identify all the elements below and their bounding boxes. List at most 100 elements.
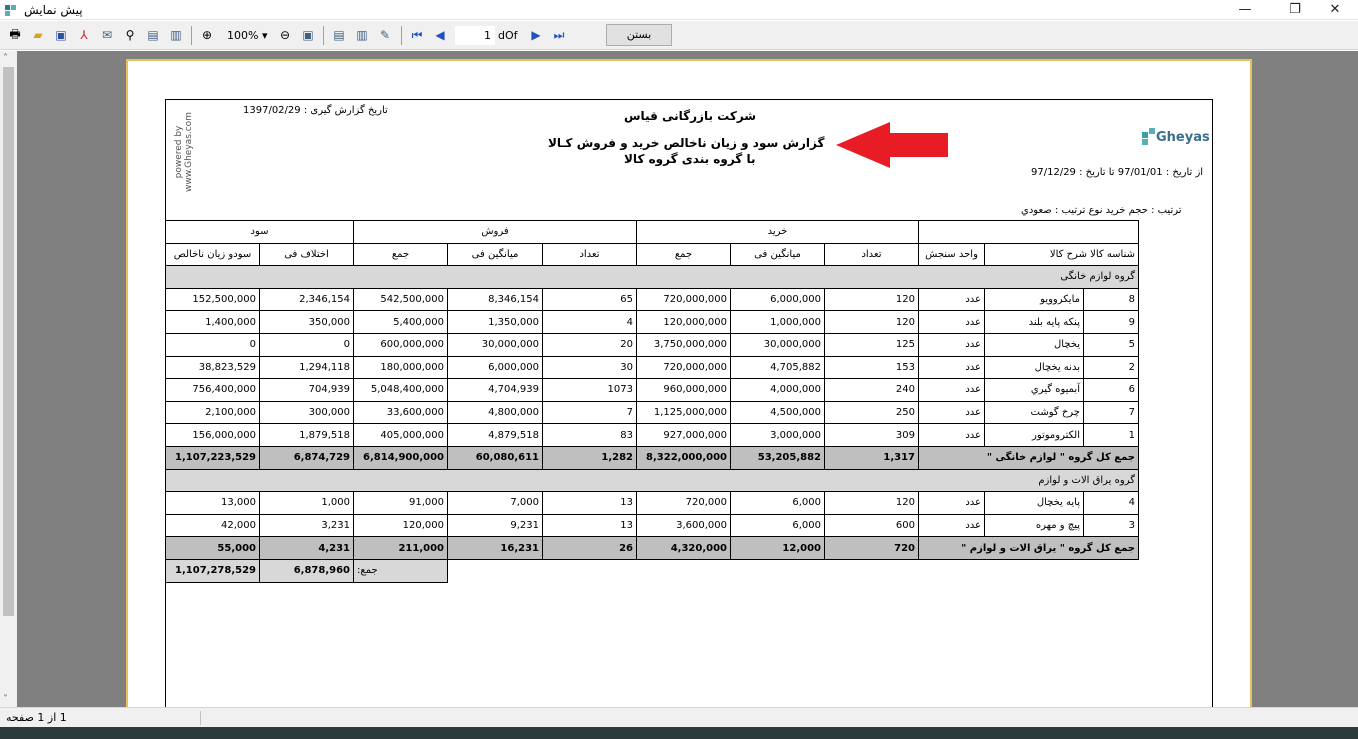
toolbar-separator (323, 26, 324, 45)
header-profit: سودو زیان ناخالص (165, 242, 260, 267)
cell-profit: 156,000,000 (165, 423, 260, 447)
multi-page-icon[interactable]: ▥ (353, 26, 371, 44)
cell-sell_qty: 65 (542, 287, 637, 312)
zoom-out-icon[interactable]: ⊖ (276, 26, 294, 44)
email-icon[interactable]: ✉ (98, 26, 116, 44)
cell-profit: 13,000 (165, 491, 260, 515)
save-icon[interactable]: ▣ (52, 26, 70, 44)
zoom-select[interactable]: 100% ▾ (222, 26, 272, 45)
table-row: 3 پیچ و مهره عدد 600 6,000 3,600,000 13 9,231 12… (165, 513, 1139, 538)
group-total-value: 211,000 (353, 536, 448, 560)
cell-sell_sum: 5,400,000 (353, 310, 448, 334)
cell-buy_qty: 240 (824, 378, 919, 402)
cell-diff: 1,294,118 (259, 355, 354, 380)
cell-unit: عدد (918, 513, 985, 538)
minimize-button[interactable]: — (1222, 0, 1268, 20)
cell-id: 7 (1083, 400, 1139, 425)
group-total-value: 4,320,000 (636, 536, 731, 560)
grand-total-row: جمع: 6,878,960 1,107,278,529 (165, 558, 1139, 583)
group-name: گروه لوازم خانگی (165, 265, 1139, 289)
cell-diff: 2,346,154 (259, 287, 354, 312)
print-icon[interactable]: 🖶 (6, 26, 24, 44)
cell-profit: 0 (165, 332, 260, 357)
app-icon (5, 5, 16, 16)
header-row: شناسه کالا شرح کالا واحد سنجش تعداد میانگین… (165, 242, 1139, 267)
cell-sell_sum: 405,000,000 (353, 423, 448, 447)
title-bar: پیش نمایش — ❐ ✕ (0, 0, 1358, 20)
group-row: گروه لوازم خانگی (165, 265, 1139, 289)
first-page-icon[interactable]: ⏮ (408, 26, 426, 44)
edit-icon[interactable]: ✎ (376, 26, 394, 44)
page-number-input[interactable]: 1 (455, 26, 495, 45)
group-total-value: 16,231 (447, 536, 543, 560)
single-page-icon[interactable]: ▤ (330, 26, 348, 44)
close-preview-button[interactable]: بستن (606, 24, 672, 46)
table-row: 6 آبمیوه گیري عدد 240 4,000,000 960,000,000 10… (165, 378, 1139, 402)
window-title: پیش نمایش (24, 3, 83, 17)
report-title: گزارش سود و زیان ناخالص خرید و فروش کـال… (548, 136, 825, 150)
grand-total-label: جمع: (353, 558, 448, 583)
cell-sell_qty: 30 (542, 355, 637, 380)
next-page-icon[interactable]: ▶ (527, 26, 545, 44)
cell-id: 3 (1083, 513, 1139, 538)
cell-sell_avg: 1,350,000 (447, 310, 543, 334)
prev-page-icon[interactable]: ◀ (431, 26, 449, 44)
scroll-up-icon[interactable]: ˄ (3, 53, 8, 64)
cell-sell_sum: 5,048,400,000 (353, 378, 448, 402)
page-setup-icon[interactable]: ▤ (144, 26, 162, 44)
cell-unit: عدد (918, 378, 985, 402)
cell-sell_avg: 30,000,000 (447, 332, 543, 357)
group-row: گروه یراق الات و لوازم (165, 468, 1139, 493)
report-table: خرید فروش سود شناسه کالا شرح کالا واحد سنجش ت… (165, 220, 1139, 583)
cell-sell_sum: 542,500,000 (353, 287, 448, 312)
cell-id: 5 (1083, 332, 1139, 357)
header-buy_sum: جمع (636, 242, 731, 267)
scroll-thumb[interactable] (3, 67, 14, 616)
cell-sell_qty: 20 (542, 332, 637, 357)
report-subtitle: با گروه بندی گروه کالا (624, 152, 756, 166)
last-page-icon[interactable]: ⏭ (550, 26, 568, 44)
cell-buy_sum: 720,000,000 (636, 355, 731, 380)
layout-icon[interactable]: ▥ (167, 26, 185, 44)
header-group-row: خرید فروش سود (165, 220, 1139, 244)
header-buy-group: خرید (636, 220, 919, 244)
vertical-scrollbar[interactable]: ˄ ˅ (0, 51, 17, 707)
table-row: 8 مایکروویو عدد 120 6,000,000 720,000,000 65 8,… (165, 287, 1139, 312)
cell-sell_sum: 91,000 (353, 491, 448, 515)
cell-diff: 704,939 (259, 378, 354, 402)
cell-buy_avg: 6,000 (730, 513, 825, 538)
pdf-icon[interactable]: ⅄ (75, 26, 93, 44)
fit-page-icon[interactable]: ▣ (299, 26, 317, 44)
cell-buy_qty: 600 (824, 513, 919, 538)
cell-buy_avg: 4,705,882 (730, 355, 825, 380)
close-window-button[interactable]: ✕ (1312, 0, 1358, 20)
cell-buy_sum: 927,000,000 (636, 423, 731, 447)
cell-desc: مایکروویو (984, 287, 1084, 312)
open-icon[interactable]: ▰ (29, 26, 47, 44)
cell-unit: عدد (918, 400, 985, 425)
status-separator (200, 711, 201, 725)
page-count-label: dOf (498, 29, 518, 42)
cell-buy_sum: 720,000 (636, 491, 731, 515)
find-icon[interactable]: ⚲ (121, 26, 139, 44)
cell-buy_qty: 120 (824, 491, 919, 515)
cell-desc: بدنه یخچال (984, 355, 1084, 380)
red-arrow-annotation (836, 122, 948, 168)
cell-buy_avg: 30,000,000 (730, 332, 825, 357)
zoom-in-icon[interactable]: ⊕ (198, 26, 216, 44)
cell-profit: 152,500,000 (165, 287, 260, 312)
group-total-value: 1,282 (542, 445, 637, 470)
cell-desc: پنکه پایه بلند (984, 310, 1084, 334)
cell-sell_avg: 9,231 (447, 513, 543, 538)
cell-sell_qty: 7 (542, 400, 637, 425)
report-date: تاریخ گزارش گیری : 1397/02/29 (243, 105, 388, 116)
table-row: 9 پنکه پایه بلند عدد 120 1,000,000 120,000,00… (165, 310, 1139, 334)
group-name: گروه یراق الات و لوازم (165, 468, 1139, 493)
cell-unit: عدد (918, 287, 985, 312)
cell-desc: الکتروموتور (984, 423, 1084, 447)
cell-buy_sum: 120,000,000 (636, 310, 731, 334)
cell-sell_sum: 180,000,000 (353, 355, 448, 380)
scroll-down-icon[interactable]: ˅ (3, 694, 8, 705)
cell-sell_avg: 4,704,939 (447, 378, 543, 402)
cell-unit: عدد (918, 423, 985, 447)
